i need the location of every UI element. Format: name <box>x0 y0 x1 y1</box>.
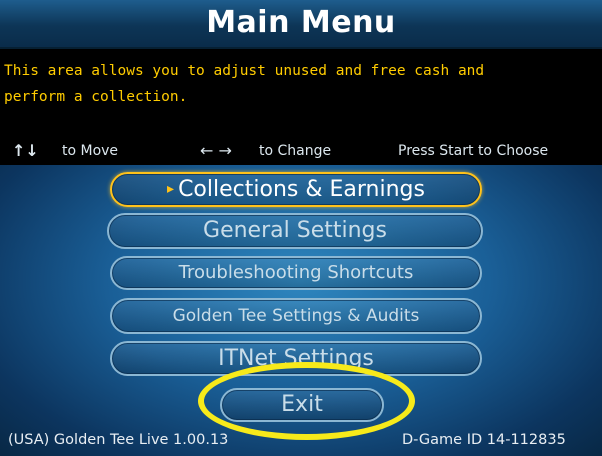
general-settings-button[interactable]: General Settings <box>107 213 483 249</box>
description-text: This area allows you to adjust unused an… <box>4 58 598 110</box>
troubleshooting-shortcuts-label: Troubleshooting Shortcuts <box>178 262 414 283</box>
left-right-arrows-icon: ← → <box>200 141 232 160</box>
hint-move: to Move <box>62 143 119 159</box>
hint-change: to Change <box>259 143 332 159</box>
up-down-arrows-icon: ↑↓ <box>12 141 39 160</box>
hint-bar: ↑↓ to Move ← → to Change Press Start to … <box>0 139 602 165</box>
title-bar: Main Menu <box>0 0 602 49</box>
footer: (USA) Golden Tee Live 1.00.13 D-Game ID … <box>0 430 602 454</box>
game-id: D-Game ID 14-112835 <box>402 432 566 448</box>
version-info: (USA) Golden Tee Live 1.00.13 <box>8 432 229 448</box>
collections-earnings-label: Collections & Earnings <box>178 177 425 202</box>
page-title: Main Menu <box>206 5 396 40</box>
highlight-ring <box>198 362 415 440</box>
hint-choose: Press Start to Choose <box>398 143 549 159</box>
golden-tee-settings-audits-label: Golden Tee Settings & Audits <box>172 306 420 326</box>
general-settings-label: General Settings <box>203 218 387 243</box>
golden-tee-settings-audits-button[interactable]: Golden Tee Settings & Audits <box>110 298 482 334</box>
selection-arrow-icon: ▸ <box>167 181 175 197</box>
description-line-2: perform a collection. <box>4 89 188 105</box>
collections-earnings-button[interactable]: ▸ Collections & Earnings <box>110 172 482 207</box>
description-line-1: This area allows you to adjust unused an… <box>4 63 485 79</box>
troubleshooting-shortcuts-button[interactable]: Troubleshooting Shortcuts <box>110 256 482 290</box>
